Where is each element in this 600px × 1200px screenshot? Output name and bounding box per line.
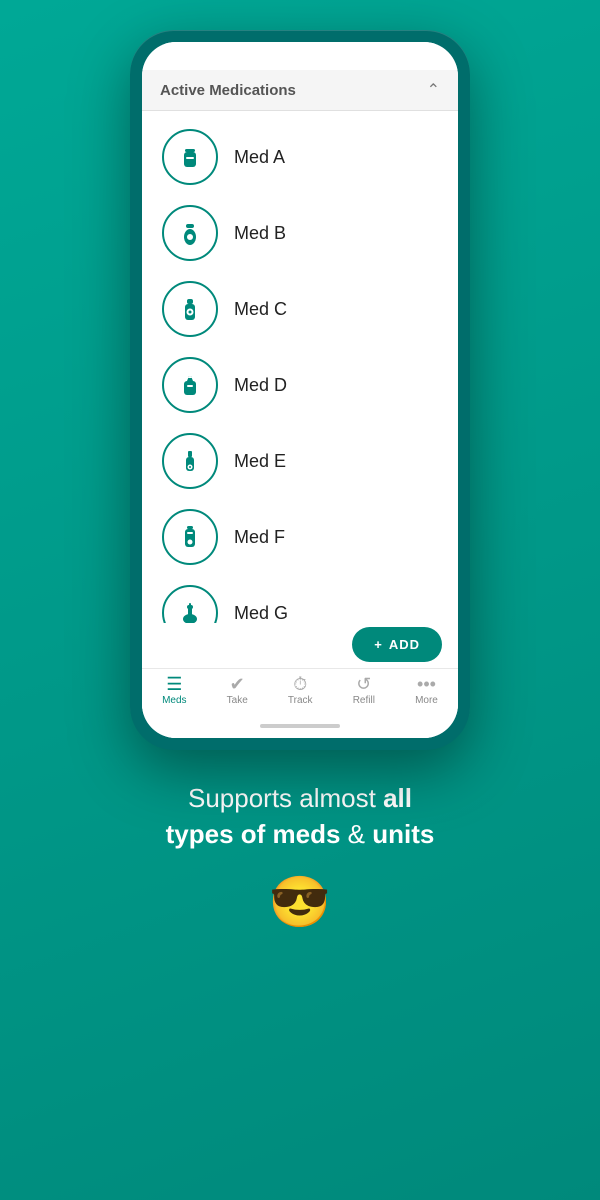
take-icon: ✔ [230,675,245,693]
chevron-down-icon[interactable]: ⌃ [427,80,440,100]
med-icon-circle-d [162,357,218,413]
emoji-icon: 😎 [166,873,435,932]
list-item[interactable]: Med E [158,423,442,499]
phone-frame: Active Medications ⌃ Med A [130,30,470,750]
refill-label: Refill [353,695,375,706]
med-list: Med A Med B [142,111,458,623]
med-icon-circle-a [162,129,218,185]
status-bar [142,42,458,70]
list-item[interactable]: Med C [158,271,442,347]
med-name-c: Med C [234,299,287,320]
add-button[interactable]: + ADD [352,627,442,662]
med-icon-circle-e [162,433,218,489]
med-name-f: Med F [234,527,285,548]
home-bar [260,724,340,728]
bottom-text-section: Supports almost all types of meds & unit… [136,780,465,932]
tab-refill[interactable]: ↺ Refill [353,675,375,706]
more-icon: ••• [417,675,436,693]
track-icon: ⏱ [293,675,307,693]
plus-icon: + [374,637,383,652]
support-bold-units: units [372,819,434,849]
meds-icon: ☰ [166,675,182,693]
add-btn-row: + ADD [142,623,458,668]
support-text: Supports almost all types of meds & unit… [166,780,435,853]
tab-track[interactable]: ⏱ Track [288,675,313,706]
med-name-a: Med A [234,147,285,168]
take-label: Take [227,695,248,706]
home-indicator [142,714,458,738]
med-icon-circle-f [162,509,218,565]
list-item[interactable]: Med B [158,195,442,271]
med-icon-circle-b [162,205,218,261]
med-name-g: Med G [234,603,288,624]
list-item[interactable]: Med A [158,119,442,195]
meds-label: Meds [162,695,186,706]
list-item[interactable]: Med F [158,499,442,575]
med-name-e: Med E [234,451,286,472]
med-name-b: Med B [234,223,286,244]
app-header: Active Medications ⌃ [142,70,458,111]
tab-meds[interactable]: ☰ Meds [162,675,186,706]
list-item[interactable]: Med D [158,347,442,423]
add-label: ADD [389,637,420,652]
refill-icon: ↺ [356,675,371,693]
tab-more[interactable]: ••• More [415,675,438,706]
support-plain2: & [340,819,372,849]
tab-bar: ☰ Meds ✔ Take ⏱ Track ↺ Refill [142,668,458,714]
bottom-area: + ADD ☰ Meds ✔ Take ⏱ Track [142,623,458,738]
track-label: Track [288,695,313,706]
med-name-d: Med D [234,375,287,396]
more-label: More [415,695,438,706]
phone-wrapper: Active Medications ⌃ Med A [130,30,470,750]
phone-screen: Active Medications ⌃ Med A [142,42,458,738]
med-icon-circle-g [162,585,218,623]
list-item[interactable]: Med G [158,575,442,623]
support-bold1: all [383,783,412,813]
support-bold-meds: types of meds [166,819,341,849]
support-line1: Supports almost [188,783,383,813]
tab-take[interactable]: ✔ Take [227,675,248,706]
med-icon-circle-c [162,281,218,337]
app-header-title: Active Medications [160,82,296,99]
